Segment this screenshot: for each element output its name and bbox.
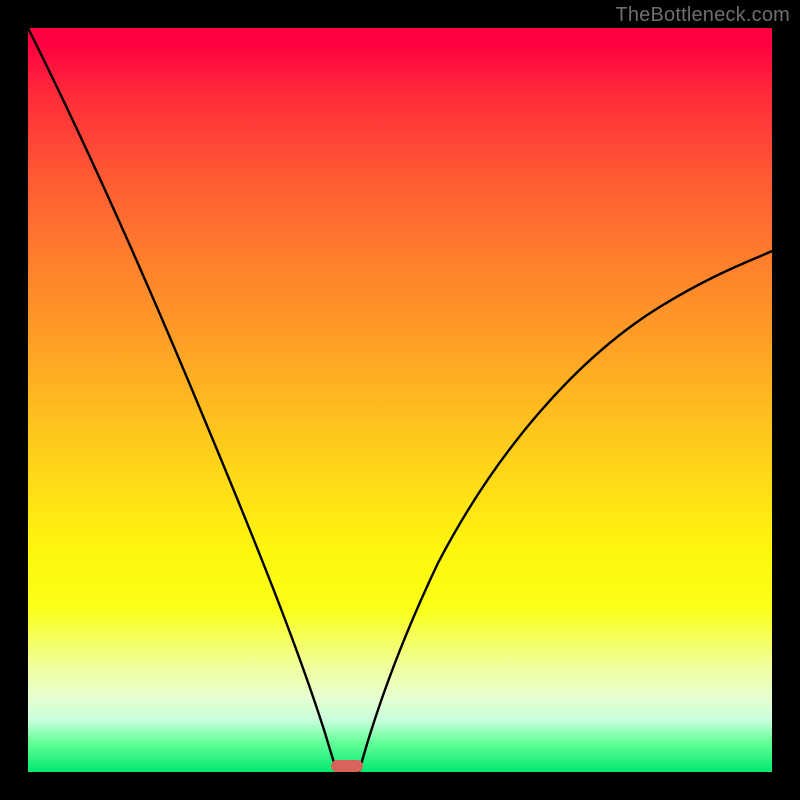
watermark-text: TheBottleneck.com xyxy=(615,4,790,27)
bottleneck-curve-left xyxy=(28,28,337,772)
optimal-zone-marker xyxy=(331,760,363,772)
bottleneck-curve-right xyxy=(359,251,772,772)
plot-area xyxy=(28,28,772,772)
chart-frame: TheBottleneck.com xyxy=(0,0,800,800)
bottleneck-curves xyxy=(28,28,772,772)
